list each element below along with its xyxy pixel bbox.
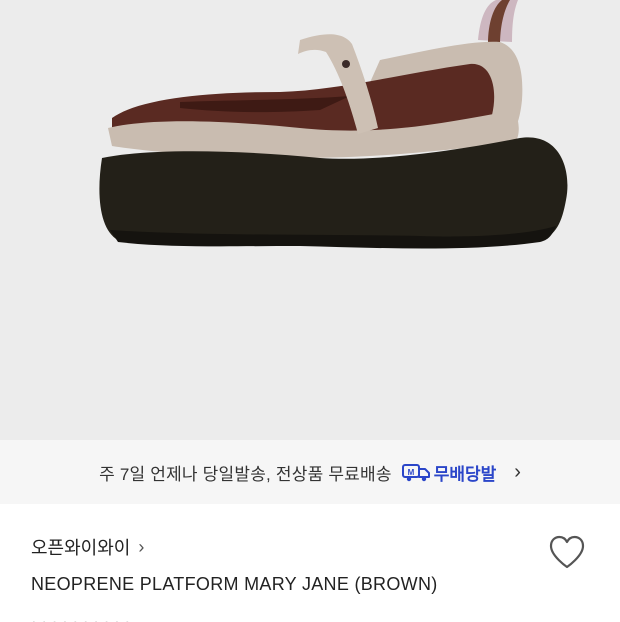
partial-text-line: · · · · · · · · · ·	[31, 610, 261, 622]
brand-name: 오픈와이와이	[31, 538, 131, 558]
free-shipping-label: 무배당발	[433, 464, 497, 484]
free-shipping-badge: M 무배당발	[401, 460, 497, 485]
free-shipping-banner[interactable]: 주 7일 언제나 당일발송, 전상품 무료배송 M 무배당발 ›	[0, 440, 620, 504]
svg-text:M: M	[407, 468, 414, 477]
product-image[interactable]	[0, 0, 620, 440]
product-title: NEOPRENE PLATFORM MARY JANE (BROWN)	[31, 574, 438, 594]
truck-icon: M	[401, 464, 430, 482]
heart-icon[interactable]	[548, 534, 586, 570]
shipping-promo-text: 주 7일 언제나 당일발송, 전상품 무료배송	[99, 464, 392, 484]
shoe-illustration	[99, 0, 568, 249]
strap-buckle	[342, 60, 350, 68]
chevron-right-icon: ›	[138, 537, 145, 557]
brand-link[interactable]: 오픈와이와이 ›	[31, 534, 144, 560]
product-info: 오픈와이와이 › NEOPRENE PLATFORM MARY JANE (BR…	[0, 504, 620, 622]
partial-text: · · · · · · · · · ·	[31, 612, 131, 622]
chevron-right-icon: ›	[514, 461, 521, 483]
